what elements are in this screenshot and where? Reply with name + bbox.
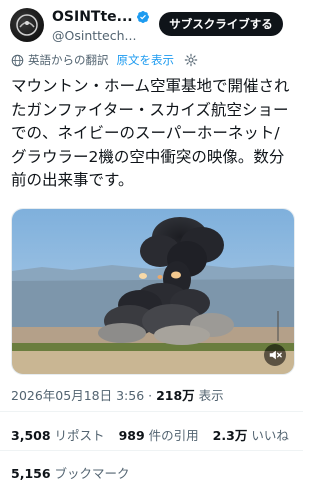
divider (0, 450, 303, 451)
reposts-count: 3,508 (11, 428, 51, 443)
video-frame (12, 209, 294, 374)
verified-icon (136, 11, 149, 23)
likes-count: 2.3万 (212, 428, 248, 443)
view-count: 218万 (156, 388, 195, 403)
author-display-name[interactable]: OSINTte... (52, 9, 133, 25)
translation-row: 英語からの翻訳 原文を表示 (11, 52, 198, 68)
author-name-row[interactable]: OSINTte... (52, 9, 150, 25)
quotes-count: 989 (118, 428, 145, 443)
reposts-label: リポスト (54, 428, 105, 443)
quotes-label: 件の引用 (148, 428, 199, 443)
bookmarks-label: ブックマーク (54, 466, 130, 481)
mute-icon (269, 350, 282, 360)
likes-label: いいね (251, 428, 289, 443)
likes-stat[interactable]: 2.3万 いいね (213, 425, 289, 444)
video-player[interactable] (11, 208, 295, 375)
tweet-header: OSINTte... @Osinttech... サブスクライブする (10, 8, 295, 46)
divider (0, 411, 303, 412)
quotes-stat[interactable]: 989 件の引用 (119, 425, 199, 444)
bookmarks-count: 5,156 (11, 466, 51, 481)
tweet-timestamp[interactable]: 2026年05月18日 3:56 · (11, 388, 156, 403)
author-handle[interactable]: @Osinttech... (52, 28, 136, 43)
globe-icon (11, 54, 24, 66)
tweet-meta: 2026年05月18日 3:56 · 218万 表示 (11, 385, 224, 404)
subscribe-button[interactable]: サブスクライブする (159, 12, 283, 36)
engagement-stats: 3,508 リポスト 989 件の引用 2.3万 いいね (11, 425, 303, 444)
tweet-text: マウントン・ホーム空軍基地で開催されたガンファイター・スカイズ航空ショーでの、ネ… (11, 77, 290, 189)
reposts-stat[interactable]: 3,508 リポスト (11, 425, 105, 444)
bookmarks-stat[interactable]: 5,156 ブックマーク (11, 463, 130, 482)
gear-icon[interactable] (184, 53, 198, 67)
view-label: 表示 (194, 388, 224, 403)
avatar[interactable] (10, 8, 44, 42)
show-original-link[interactable]: 原文を表示 (117, 52, 175, 68)
mute-button[interactable] (264, 344, 286, 366)
translation-label: 英語からの翻訳 (28, 53, 109, 67)
